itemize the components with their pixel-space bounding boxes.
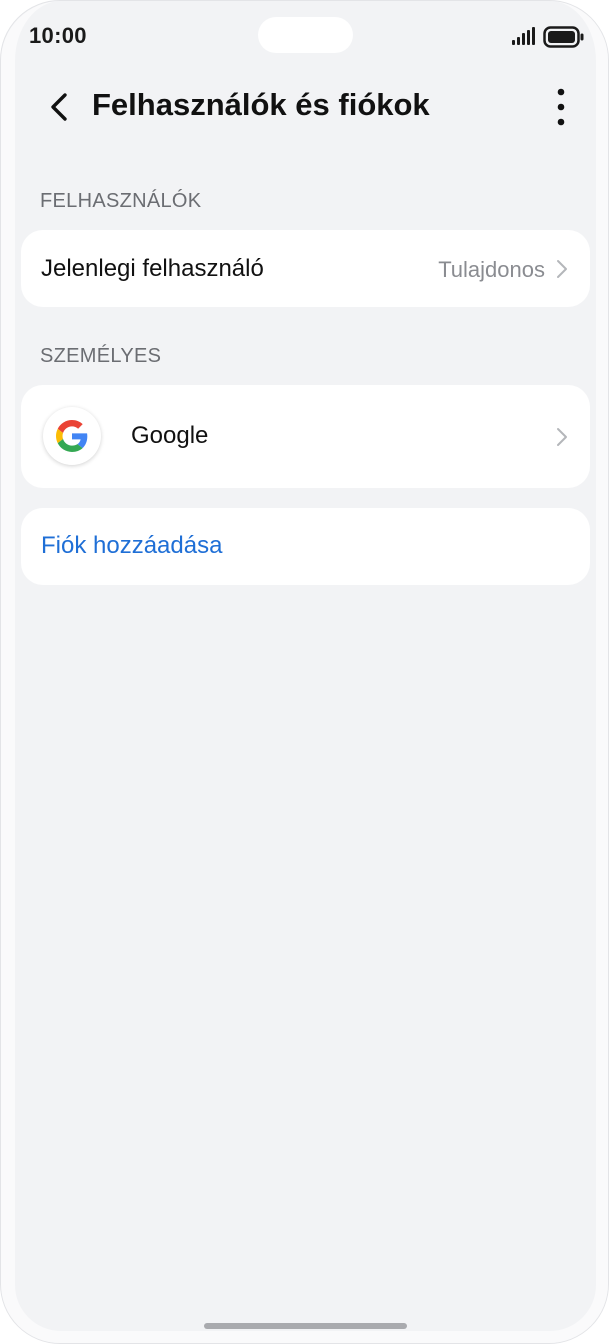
section-label-users: FELHASZNÁLÓK [40, 190, 202, 212]
chevron-left-icon [51, 93, 67, 121]
current-user-label: Jelenlegi felhasználó [41, 255, 264, 282]
back-button[interactable] [37, 85, 81, 129]
page-title: Felhasználók és fiókok [92, 87, 430, 122]
chevron-right-icon [557, 260, 567, 278]
section-label-personal: SZEMÉLYES [40, 345, 162, 367]
add-account-button[interactable]: Fiók hozzáadása [21, 508, 590, 585]
app-header: Felhasználók és fiókok [1, 73, 608, 143]
battery-icon [543, 26, 584, 48]
more-options-button[interactable] [539, 85, 583, 129]
google-account-label: Google [131, 422, 209, 449]
camera-cutout [258, 17, 353, 53]
signal-icon [512, 27, 535, 45]
google-account-row[interactable]: Google [21, 385, 590, 488]
home-indicator[interactable] [204, 1323, 407, 1329]
status-time: 10:00 [29, 23, 87, 48]
current-user-value: Tulajdonos [438, 257, 545, 282]
google-logo-icon [43, 407, 101, 465]
phone-screen: 10:00 Felhasználók és fiókok FELHASZNÁLÓ… [0, 0, 609, 1344]
status-bar: 10:00 [1, 1, 608, 73]
more-vertical-icon [557, 88, 565, 126]
chevron-right-icon [557, 428, 567, 446]
add-account-label: Fiók hozzáadása [41, 532, 223, 559]
current-user-row[interactable]: Jelenlegi felhasználó Tulajdonos [21, 230, 590, 307]
